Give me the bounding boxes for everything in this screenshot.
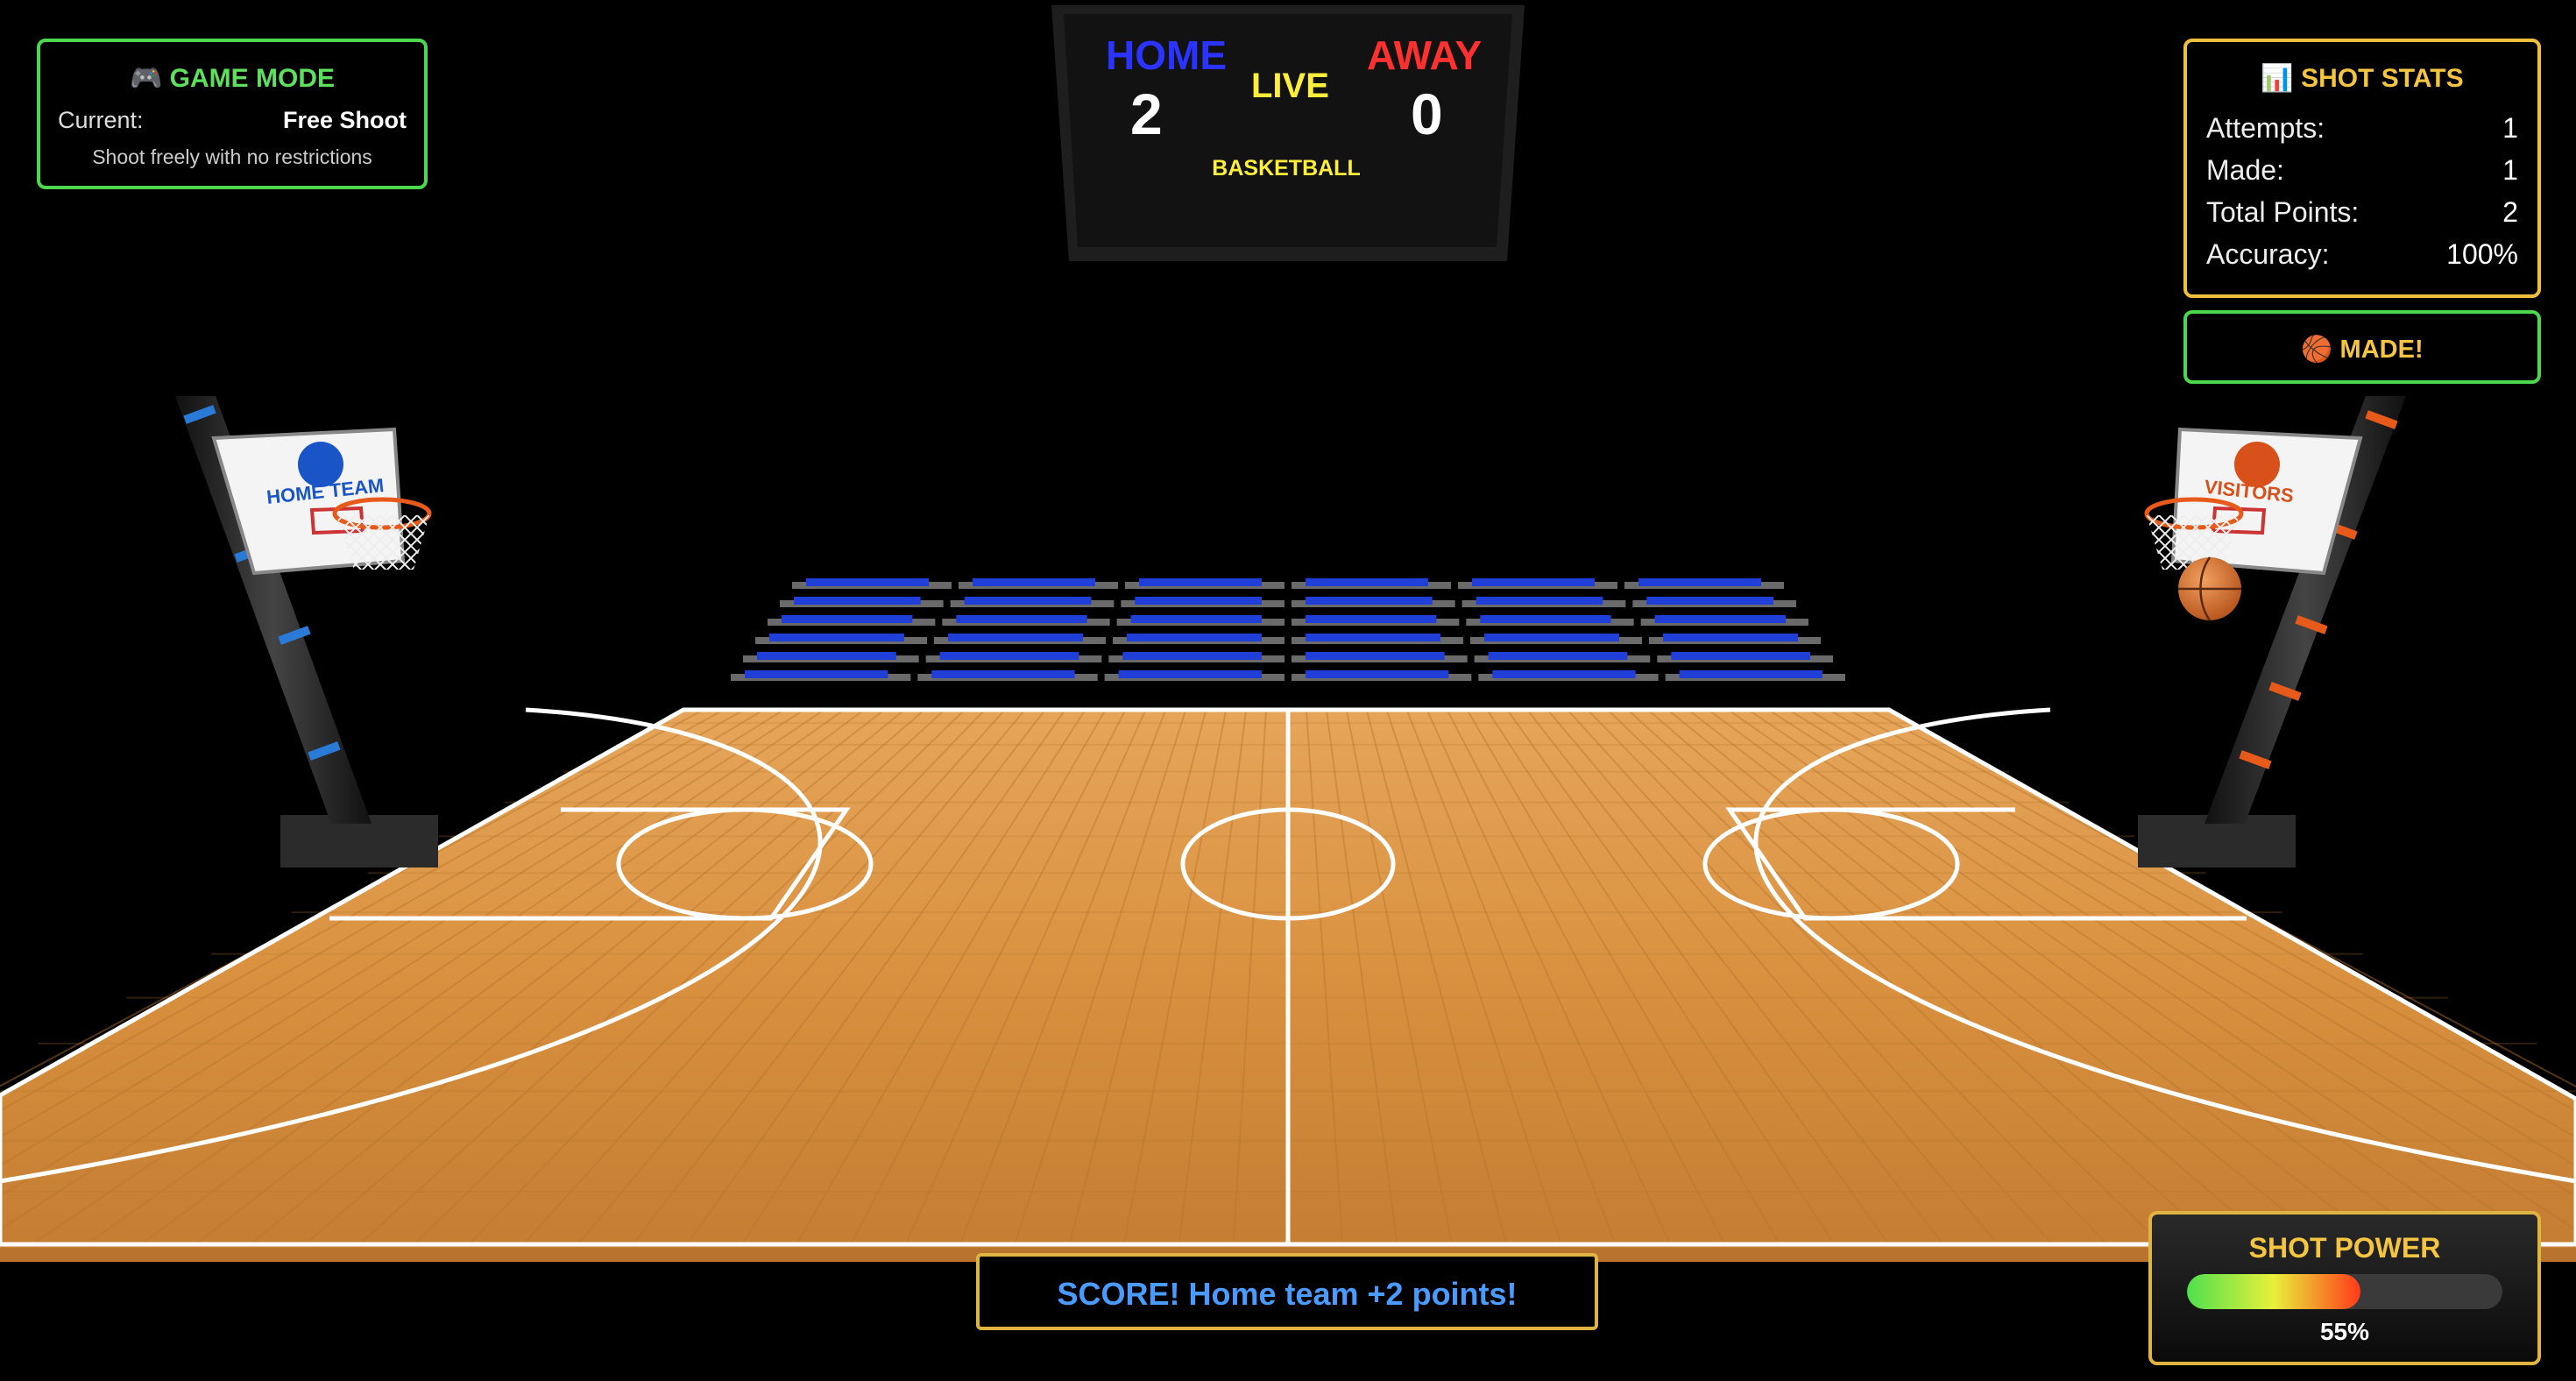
- home-score: 2: [1130, 81, 1163, 146]
- made-label: Made:: [2206, 154, 2284, 186]
- accuracy-value: 100%: [2446, 238, 2518, 270]
- current-mode-value: Free Shoot: [282, 107, 407, 133]
- game-mode-panel: 🎮 GAME MODE Current: Free Shoot Shoot fr…: [37, 39, 428, 189]
- home-team-label: HOME: [1106, 32, 1227, 78]
- current-mode-label: Current:: [58, 107, 144, 133]
- score-message-box: SCORE! Home team +2 points!: [976, 1253, 1598, 1330]
- shot-power-title: SHOT POWER: [2248, 1232, 2441, 1264]
- attempts-value: 1: [2502, 112, 2518, 144]
- shot-stats-title: 📊 SHOT STATS: [2261, 64, 2464, 93]
- right-hoop: [2138, 396, 2406, 868]
- shot-power-percent: 55%: [2319, 1318, 2370, 1345]
- live-indicator: LIVE: [1251, 67, 1329, 105]
- score-message-text: SCORE! Home team +2 points!: [1057, 1276, 1518, 1312]
- accuracy-label: Accuracy:: [2206, 238, 2330, 270]
- mode-description: Shoot freely with no restrictions: [92, 145, 372, 168]
- shot-power-fill: [2187, 1274, 2360, 1309]
- game-mode-title: 🎮 GAME MODE: [129, 64, 336, 93]
- shot-result-text: 🏀 MADE!: [2301, 336, 2424, 364]
- shot-power-track: [2187, 1274, 2502, 1309]
- scoreboard: HOME LIVE AWAY 2 0 BASKETBALL: [1050, 5, 1523, 261]
- total-points-label: Total Points:: [2206, 196, 2360, 228]
- total-points-value: 2: [2502, 196, 2518, 228]
- made-value: 1: [2502, 154, 2518, 186]
- away-team-label: AWAY: [1367, 32, 1483, 78]
- sport-label: BASKETBALL: [1212, 156, 1361, 181]
- shot-power-meter[interactable]: SHOT POWER 55%: [2148, 1211, 2541, 1365]
- attempts-label: Attempts:: [2206, 112, 2325, 144]
- shot-result-banner: 🏀 MADE!: [2183, 310, 2541, 384]
- left-hoop: [175, 396, 438, 868]
- away-score: 0: [1411, 81, 1443, 146]
- bleachers: [731, 578, 1845, 681]
- shot-stats-panel: 📊 SHOT STATS Attempts: 1 Made: 1 Total P…: [2183, 39, 2541, 298]
